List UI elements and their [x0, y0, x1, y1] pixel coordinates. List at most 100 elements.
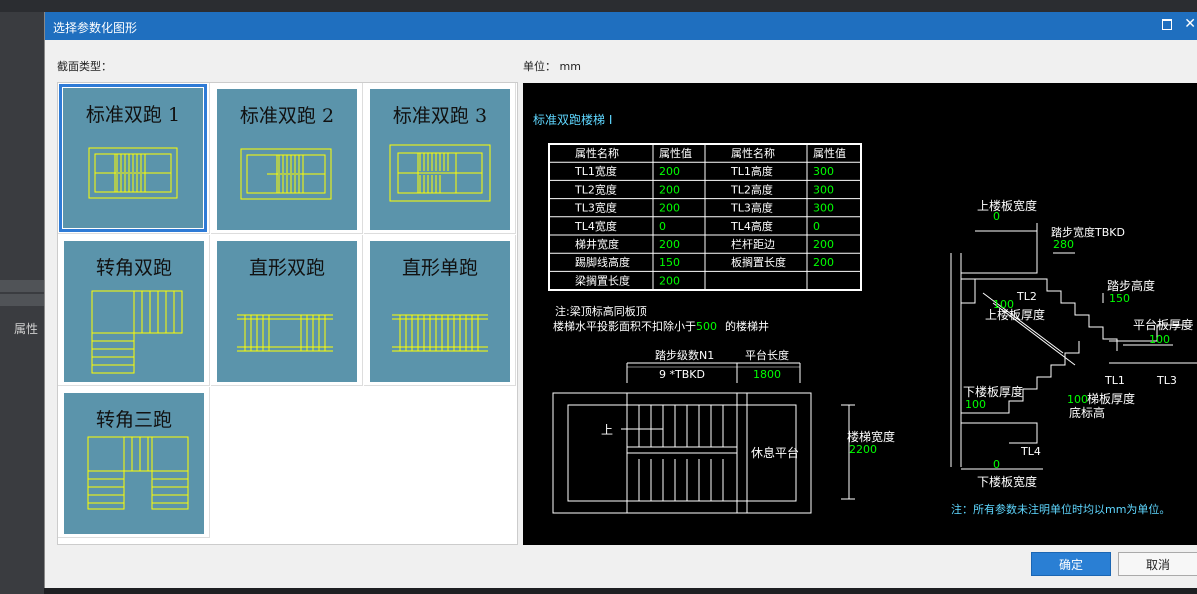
bottom-elevation-label: 底标高: [1069, 405, 1105, 420]
table-cell: TL1高度: [730, 164, 773, 178]
stair-preview-drawing: 标准双跑楼梯 I 属性名称 属性值 属性名称 属性值 TL1宽度 200 TL1高度 300 T…: [533, 112, 1197, 516]
note-beam-top: 注:梁顶标高同板顶: [555, 304, 647, 318]
shape-thumbnail: 标准双跑 2: [217, 89, 357, 230]
steps-value: 9 *TBKD: [659, 368, 705, 381]
background-app-panel: [0, 12, 44, 594]
table-cell: TL2宽度: [574, 182, 617, 196]
shape-option-straight-double[interactable]: 直形双跑: [211, 235, 363, 386]
riser-height-label: 踏步高度: [1107, 278, 1155, 293]
shape-option-straight-single[interactable]: 直形单跑: [364, 235, 516, 386]
unit-footnote: 注：所有参数未注明单位时均以mm为单位。: [951, 502, 1170, 516]
shape-option-standard-double-3[interactable]: 标准双跑 3: [364, 83, 516, 234]
riser-height-value: 150: [1109, 292, 1130, 305]
bottom-slab-width-label: 下楼板宽度: [977, 474, 1037, 489]
stair-section-view: [950, 223, 1197, 470]
table-cell: 板搁置长度: [731, 255, 786, 269]
shape-preview-panel: 标准双跑楼梯 I 属性名称 属性值 属性名称 属性值 TL1宽度 200 TL1高度 300 T…: [523, 83, 1197, 545]
table-cell: 300: [813, 183, 834, 196]
maximize-icon[interactable]: [1162, 19, 1172, 30]
shape-thumbnail: 标准双跑 1: [59, 84, 207, 232]
stair-plan-icon: [240, 148, 332, 200]
unit-label: 单位： mm: [523, 60, 581, 73]
dialog-titlebar[interactable]: 选择参数化图形 ✕: [45, 12, 1197, 40]
stair-width-value: 2200: [849, 443, 877, 456]
landing-length-value: 1800: [753, 368, 781, 381]
table-cell: 200: [659, 183, 680, 196]
tread-width-value: 280: [1053, 238, 1074, 251]
top-slab-width-label: 上楼板宽度: [977, 198, 1037, 213]
table-cell: TL2高度: [730, 182, 773, 196]
platform-thickness-value: 100: [1149, 333, 1170, 346]
shape-thumbnail: 转角双跑: [64, 241, 204, 382]
parametric-shape-dialog: 选择参数化图形 ✕ 截面类型： 单位： mm 标准双跑 1 标准双跑 2 标准双…: [44, 12, 1197, 588]
platform-thickness-label: 平台板厚度: [1133, 317, 1193, 332]
table-cell: 200: [659, 274, 680, 287]
table-cell: TL4宽度: [574, 219, 617, 233]
stair-plan-view: [552, 362, 855, 514]
stair-plan-icon: [91, 290, 183, 374]
background-property-label: 属性: [14, 322, 39, 336]
stair-plan-icon: [88, 147, 178, 199]
preview-title: 标准双跑楼梯 I: [533, 112, 612, 127]
table-cell: 200: [659, 238, 680, 251]
background-band: [0, 294, 44, 306]
tl4-label: TL4: [1020, 445, 1041, 458]
background-band: [0, 280, 44, 292]
close-icon[interactable]: ✕: [1184, 16, 1196, 32]
stair-plan-icon: [87, 436, 189, 510]
note-area: 楼梯水平投影面积不扣除小于500 的楼梯井: [553, 319, 769, 333]
up-label: 上: [601, 423, 613, 437]
stair-plan-icon: [389, 144, 491, 202]
table-cell: 踢脚线高度: [575, 255, 630, 269]
table-header-cell: 属性值: [813, 146, 846, 160]
table-cell: 200: [659, 202, 680, 215]
shape-thumbnail: 直形双跑: [217, 241, 357, 382]
shape-option-standard-double-2[interactable]: 标准双跑 2: [211, 83, 363, 234]
table-header-cell: 属性名称: [575, 146, 619, 160]
shape-option-corner-triple[interactable]: 转角三跑: [58, 387, 210, 538]
top-slab-width-value: 0: [993, 210, 1000, 223]
tl1-label: TL1: [1104, 374, 1125, 387]
dialog-title: 选择参数化图形: [53, 21, 138, 35]
table-cell: 梁搁置长度: [575, 273, 630, 287]
bottom-slab-width-value: 0: [993, 458, 1000, 471]
cancel-button[interactable]: 取消: [1118, 552, 1197, 576]
stair-slab-thickness-label: 梯板厚度: [1087, 391, 1135, 406]
table-cell: 150: [659, 256, 680, 269]
confirm-button[interactable]: 确定: [1031, 552, 1111, 576]
table-header-cell: 属性名称: [731, 146, 775, 160]
table-cell: 栏杆距边: [731, 237, 775, 251]
table-cell: 200: [813, 238, 834, 251]
steps-label: 踏步级数N1: [655, 348, 714, 362]
tl2-label: TL2: [1016, 290, 1037, 303]
stair-width-label: 楼梯宽度: [847, 429, 895, 444]
table-cell: 梯井宽度: [575, 237, 619, 251]
shape-thumbnail: 直形单跑: [370, 241, 510, 382]
table-cell: TL4高度: [730, 219, 773, 233]
rest-platform-label: 休息平台: [751, 445, 799, 460]
bottom-slab-thickness-value: 100: [965, 398, 986, 411]
table-cell: TL3宽度: [574, 201, 617, 215]
shape-grid: 标准双跑 1 标准双跑 2 标准双跑 3 转角双跑 直形双跑 直形单跑 转角三跑: [57, 82, 518, 545]
table-header-cell: 属性值: [659, 146, 692, 160]
tread-width-label: 踏步宽度TBKD: [1051, 225, 1125, 239]
table-cell: 0: [813, 220, 820, 233]
shape-thumbnail: 标准双跑 3: [370, 89, 510, 230]
shape-option-standard-double-1[interactable]: 标准双跑 1: [58, 83, 210, 234]
parameter-table: 属性名称 属性值 属性名称 属性值 TL1宽度 200 TL1高度 300 TL2宽度 200 TL…: [548, 143, 862, 291]
table-cell: 0: [659, 220, 666, 233]
stair-plan-icon: [237, 314, 333, 352]
tl3-label: TL3: [1156, 374, 1177, 387]
top-slab-thickness-label: 上楼板厚度: [985, 307, 1045, 322]
table-cell: TL3高度: [730, 201, 773, 215]
bottom-slab-thickness-label: 下楼板厚度: [963, 384, 1023, 399]
table-cell: 300: [813, 165, 834, 178]
stair-plan-icon: [392, 314, 488, 352]
shape-option-corner-double[interactable]: 转角双跑: [58, 235, 210, 386]
table-cell: TL1宽度: [574, 164, 617, 178]
table-cell: 200: [659, 165, 680, 178]
table-cell: 200: [813, 256, 834, 269]
shape-thumbnail: 转角三跑: [64, 393, 204, 534]
background-app-bar: [0, 0, 1197, 12]
section-type-label: 截面类型：: [57, 60, 112, 73]
